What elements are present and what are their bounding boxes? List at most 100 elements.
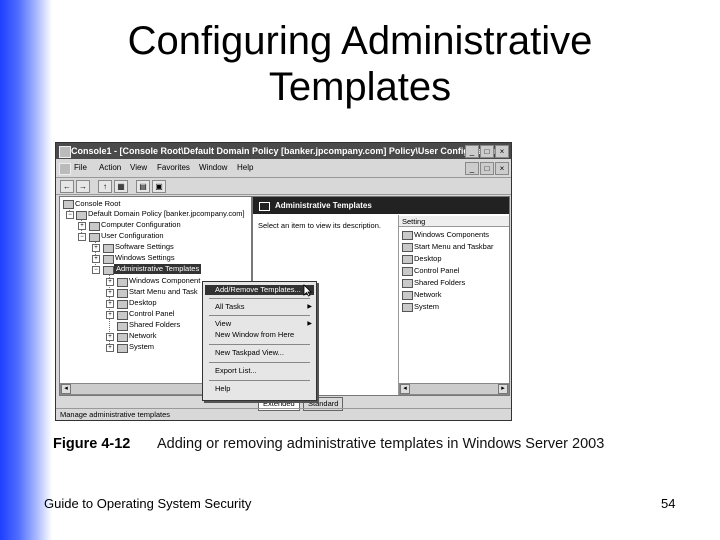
export-list-button[interactable]: ▤: [136, 180, 150, 193]
tree-item-computer-configuration[interactable]: Computer Configuration: [101, 220, 181, 230]
forward-button[interactable]: →: [76, 180, 90, 193]
window-titlebar[interactable]: Console1 - [Console Root\Default Domain …: [56, 143, 511, 159]
tree-item-software-settings[interactable]: Software Settings: [115, 242, 174, 252]
menu-separator: [209, 380, 310, 381]
tree-item-start-menu[interactable]: Start Menu and Task: [129, 287, 198, 297]
tree-item-windows-components[interactable]: Windows Component: [129, 276, 200, 286]
collapse-icon[interactable]: −: [66, 211, 74, 219]
scroll-left-icon[interactable]: ◂: [400, 384, 410, 394]
folder-icon: [402, 255, 413, 264]
menu-item-view[interactable]: View: [215, 319, 231, 329]
folder-icon: [117, 300, 128, 309]
expand-icon[interactable]: +: [106, 311, 114, 319]
tree-item-policy[interactable]: Default Domain Policy [banker.jpcompany.…: [88, 209, 245, 219]
menu-item-add-remove-templates[interactable]: Add/Remove Templates...: [205, 285, 314, 295]
menu-item-all-tasks[interactable]: All Tasks: [215, 302, 244, 312]
folder-icon: [103, 266, 114, 275]
child-close-button[interactable]: ×: [495, 162, 509, 175]
folder-icon: [103, 244, 114, 253]
menu-window[interactable]: Window: [199, 160, 227, 176]
folder-icon: [117, 344, 128, 353]
show-hide-tree-button[interactable]: ▦: [114, 180, 128, 193]
folder-icon: [402, 303, 413, 312]
settings-list: Setting Windows Components Start Menu an…: [398, 215, 509, 395]
menu-file[interactable]: File: [74, 160, 87, 176]
status-text: Manage administrative templates: [60, 410, 171, 419]
collapse-icon[interactable]: −: [78, 233, 86, 241]
menu-separator: [209, 298, 310, 299]
tree-item-shared-folders[interactable]: Shared Folders: [129, 320, 180, 330]
expand-icon[interactable]: +: [92, 255, 100, 263]
tree-item-administrative-templates[interactable]: Administrative Templates: [114, 264, 202, 274]
tree-item-windows-settings[interactable]: Windows Settings: [115, 253, 175, 263]
minimize-button[interactable]: _: [465, 145, 479, 158]
scroll-right-icon[interactable]: ▸: [498, 384, 508, 394]
computer-icon: [89, 222, 100, 231]
folder-icon: [117, 333, 128, 342]
menu-view[interactable]: View: [130, 160, 147, 176]
column-header-setting[interactable]: Setting: [399, 216, 509, 227]
console-small-icon[interactable]: [59, 163, 71, 175]
expand-icon[interactable]: +: [106, 278, 114, 286]
folder-icon: [117, 289, 128, 298]
child-minimize-button[interactable]: _: [465, 162, 479, 175]
menu-item-help[interactable]: Help: [215, 384, 230, 394]
folder-icon: [259, 202, 270, 211]
scroll-left-icon[interactable]: ◂: [61, 384, 71, 394]
submenu-arrow-icon: ▶: [307, 304, 312, 310]
tree-item-user-configuration[interactable]: User Configuration: [101, 231, 164, 241]
screenshot-figure: Console1 - [Console Root\Default Domain …: [53, 136, 513, 422]
menu-bar: File Action View Favorites Window Help: [56, 160, 511, 176]
figure-number: Figure 4-12: [53, 436, 131, 452]
help-button[interactable]: ▣: [152, 180, 166, 193]
mouse-pointer-icon: [303, 284, 312, 297]
tree-item-console-root[interactable]: Console Root: [75, 199, 120, 209]
folder-icon: [402, 291, 413, 300]
console-root-icon: [63, 200, 74, 209]
slide-side-gradient: [0, 0, 52, 540]
tree-item-system[interactable]: System: [129, 342, 154, 352]
status-bar: Manage administrative templates: [56, 408, 511, 421]
back-button[interactable]: ←: [60, 180, 74, 193]
menu-separator: [209, 362, 310, 363]
details-header-title: Administrative Templates: [275, 201, 372, 210]
submenu-arrow-icon: ▶: [307, 321, 312, 327]
expand-icon[interactable]: +: [92, 244, 100, 252]
expand-icon[interactable]: +: [106, 289, 114, 297]
menu-help[interactable]: Help: [237, 160, 253, 176]
maximize-button[interactable]: □: [480, 145, 494, 158]
figure-caption-text: Adding or removing administrative templa…: [157, 436, 605, 452]
list-horizontal-scrollbar[interactable]: [399, 383, 509, 395]
child-maximize-button[interactable]: □: [480, 162, 494, 175]
window-title: Console1 - [Console Root\Default Domain …: [71, 146, 507, 156]
folder-icon: [402, 267, 413, 276]
folder-icon: [402, 243, 413, 252]
folder-icon: [117, 322, 128, 331]
tree-item-desktop[interactable]: Desktop: [129, 298, 157, 308]
menu-separator: [209, 344, 310, 345]
expand-icon[interactable]: +: [106, 300, 114, 308]
expand-icon[interactable]: +: [78, 222, 86, 230]
expand-icon[interactable]: +: [106, 333, 114, 341]
console-icon: [59, 146, 71, 158]
folder-icon: [117, 278, 128, 287]
menu-item-new-taskpad[interactable]: New Taskpad View...: [215, 348, 284, 358]
folder-icon: [402, 231, 413, 240]
up-one-level-button[interactable]: ↑: [98, 180, 112, 193]
toolbar: ← → ↑ ▦ ▤ ▣: [56, 177, 511, 195]
menu-action[interactable]: Action: [99, 160, 121, 176]
expand-icon[interactable]: +: [106, 344, 114, 352]
tree-item-control-panel[interactable]: Control Panel: [129, 309, 174, 319]
user-icon: [89, 233, 100, 242]
close-button[interactable]: ×: [495, 145, 509, 158]
folder-icon: [402, 279, 413, 288]
collapse-icon[interactable]: −: [92, 266, 100, 274]
menu-item-export-list[interactable]: Export List...: [215, 366, 257, 376]
description-text: Select an item to view its description.: [258, 221, 381, 230]
menu-item-new-window[interactable]: New Window from Here: [215, 330, 294, 340]
policy-icon: [76, 211, 87, 220]
menu-favorites[interactable]: Favorites: [157, 160, 190, 176]
footer-book-title: Guide to Operating System Security: [44, 496, 252, 511]
tree-item-network[interactable]: Network: [129, 331, 157, 341]
menu-separator: [209, 315, 310, 316]
